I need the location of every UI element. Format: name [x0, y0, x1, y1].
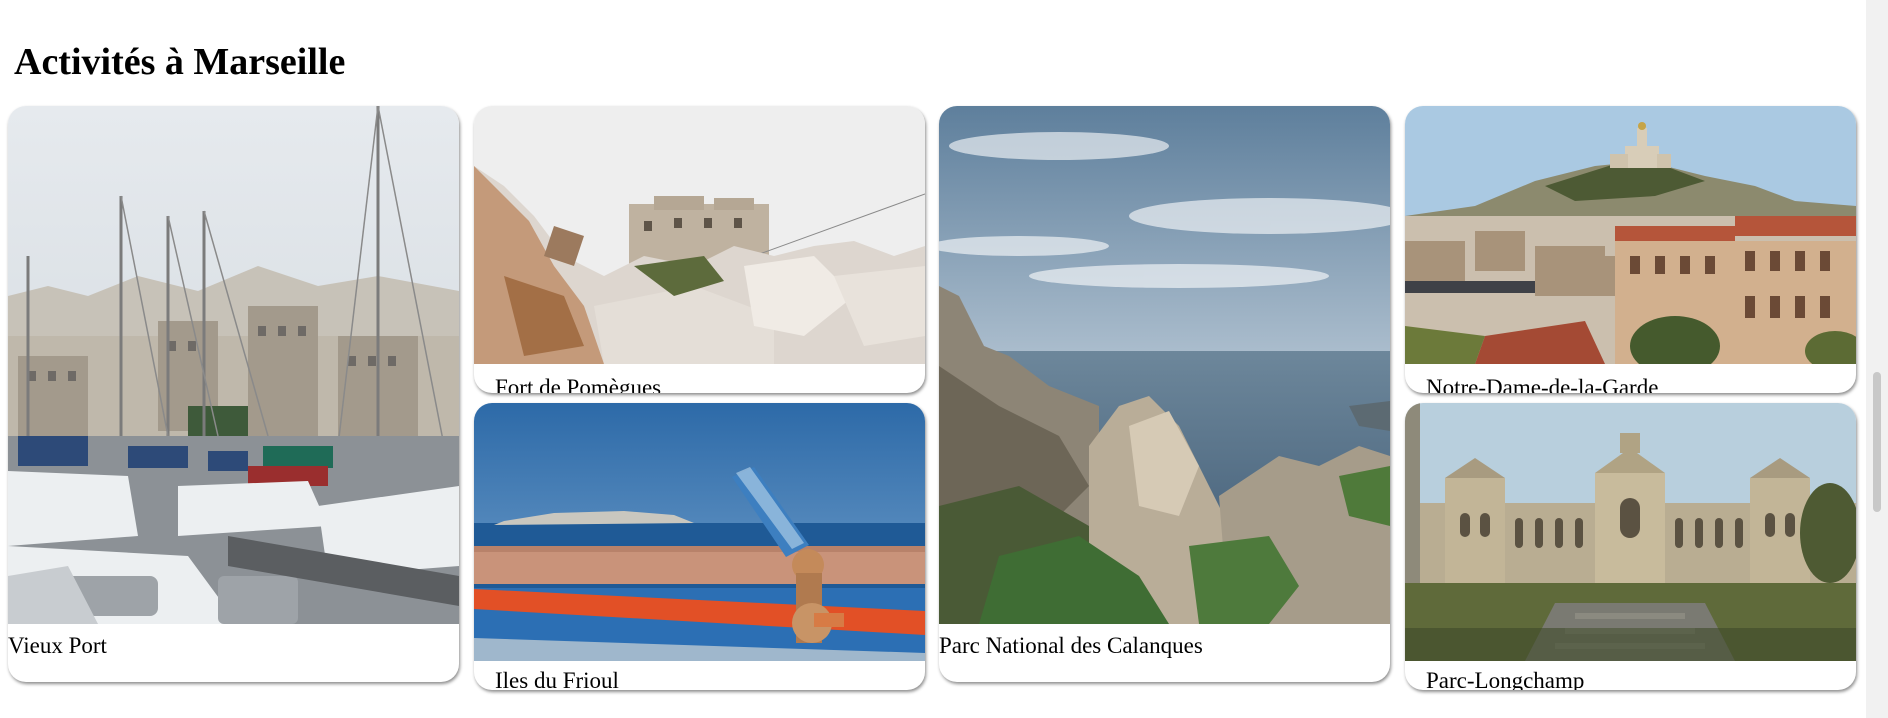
calanques-photo: [939, 106, 1390, 624]
activity-card-fort-pomegues[interactable]: Fort de Pomègues: [474, 106, 925, 393]
frioul-photo: [474, 403, 925, 661]
vieux-port-photo: [8, 106, 459, 624]
activity-card-frioul[interactable]: Iles du Frioul: [474, 403, 925, 690]
activity-card-vieux-port[interactable]: Vieux Port: [8, 106, 459, 682]
vieux-port-label: Vieux Port: [8, 633, 107, 658]
longchamp-label: Parc-Longchamp: [1426, 668, 1585, 690]
activity-card-notre-dame[interactable]: Notre-Dame-de-la-Garde: [1405, 106, 1856, 393]
notre-dame-photo: [1405, 106, 1856, 364]
calanques-label: Parc National des Calanques: [939, 633, 1203, 658]
activity-card-longchamp[interactable]: Parc-Longchamp: [1405, 403, 1856, 690]
activity-card-calanques[interactable]: Parc National des Calanques: [939, 106, 1390, 682]
page-title: Activités à Marseille: [14, 41, 346, 83]
vertical-scrollbar[interactable]: [1866, 0, 1888, 718]
longchamp-photo: [1405, 403, 1856, 661]
frioul-label: Iles du Frioul: [495, 668, 619, 690]
fort-pomegues-label: Fort de Pomègues: [495, 375, 662, 393]
notre-dame-label: Notre-Dame-de-la-Garde: [1426, 375, 1659, 393]
fort-pomegues-photo: [474, 106, 925, 364]
scrollbar-thumb[interactable]: [1873, 372, 1881, 512]
